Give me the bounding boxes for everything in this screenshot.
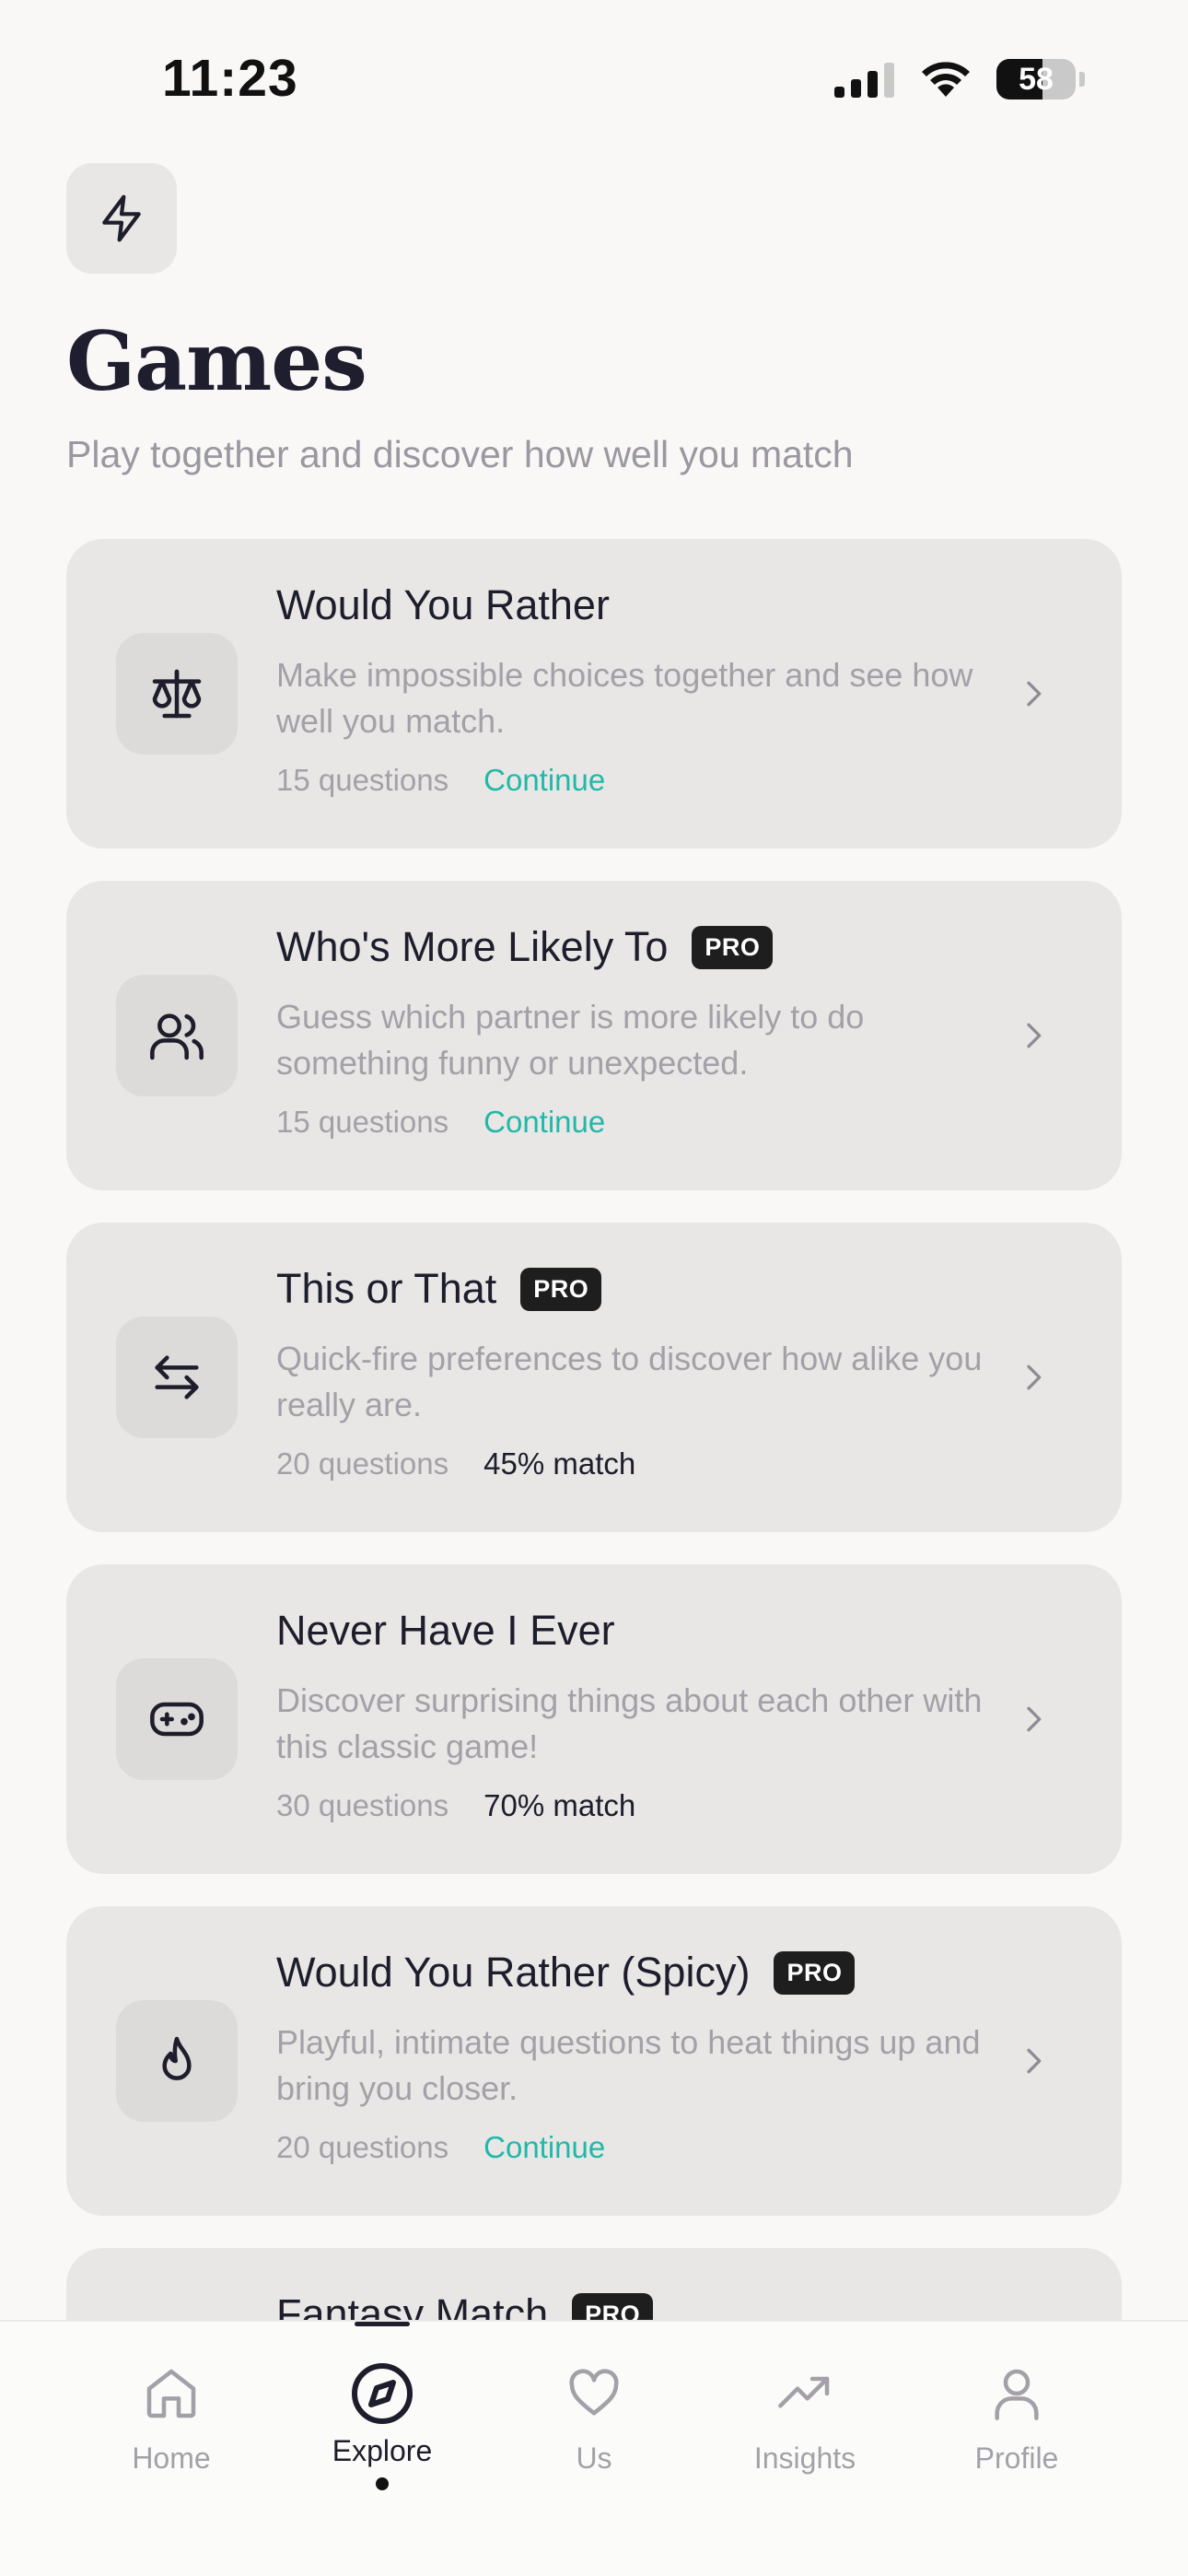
question-count: 30 questions	[276, 1788, 449, 1822]
card-description: Quick-fire preferences to discover how a…	[276, 1340, 983, 1423]
card-title-row: Would You Rather (Spicy) PRO	[276, 1949, 856, 1996]
game-card-whos-more-likely-to[interactable]: Who's More Likely To PRO Guess which par…	[66, 881, 1122, 1190]
compass-icon	[347, 2359, 417, 2429]
card-description: Guess which partner is more likely to do…	[276, 998, 865, 1082]
chevron-right-icon	[1007, 1693, 1059, 1745]
match-score: 70% match	[483, 1788, 636, 1822]
tab-label: Home	[132, 2441, 211, 2475]
games-screen: 11:23 58 Games Play together and discove…	[0, 0, 1188, 2576]
card-title-row: This or That PRO	[276, 1265, 602, 1313]
battery-indicator: 58	[996, 59, 1076, 100]
game-list: Would You Rather Make impossible choices…	[66, 539, 1122, 2576]
pro-badge: PRO	[520, 1267, 602, 1311]
status-bar: 11:23 58	[0, 0, 1188, 157]
game-card-this-or-that[interactable]: This or That PRO Quick-fire preferences …	[66, 1223, 1122, 1532]
gamepad-icon	[116, 1658, 238, 1780]
page-title: Games	[66, 313, 367, 409]
tab-insights[interactable]: Insights	[713, 2359, 897, 2524]
match-score: 45% match	[483, 1446, 636, 1481]
home-icon	[136, 2359, 206, 2429]
bottom-tab-bar: Home Explore Us Insights Profile	[0, 2320, 1188, 2576]
question-count: 20 questions	[276, 2130, 449, 2164]
card-title: Would You Rather	[276, 581, 610, 628]
question-count: 20 questions	[276, 1446, 449, 1481]
card-description: Playful, intimate questions to heat thin…	[276, 2023, 981, 2107]
card-meta: 30 questions 70% match	[276, 1788, 635, 1823]
users-icon	[116, 975, 238, 1096]
card-title: Would You Rather (Spicy)	[276, 1949, 751, 1996]
user-icon	[982, 2359, 1052, 2429]
tab-label: Insights	[753, 2441, 856, 2475]
page-subtitle: Play together and discover how well you …	[66, 433, 854, 475]
continue-link[interactable]: Continue	[483, 763, 605, 798]
battery-nub	[1079, 72, 1085, 87]
card-title: This or That	[276, 1265, 497, 1312]
scale-icon	[116, 633, 238, 755]
question-count: 15 questions	[276, 763, 449, 797]
chevron-right-icon	[1007, 668, 1059, 720]
tab-profile[interactable]: Profile	[925, 2359, 1109, 2524]
card-description: Discover surprising things about each ot…	[276, 1681, 983, 1765]
tab-label: Profile	[974, 2441, 1059, 2475]
trending-up-icon	[770, 2359, 840, 2429]
status-icons: 58	[834, 57, 1085, 101]
signal-icon	[834, 63, 894, 98]
card-title-row: Would You Rather	[276, 581, 610, 629]
status-time: 11:23	[162, 49, 298, 108]
card-title: Who's More Likely To	[276, 923, 669, 970]
tab-label: Us	[576, 2441, 612, 2475]
game-card-would-you-rather-spicy[interactable]: Would You Rather (Spicy) PRO Playful, in…	[66, 1906, 1122, 2216]
game-card-would-you-rather[interactable]: Would You Rather Make impossible choices…	[66, 539, 1122, 849]
swap-arrows-icon	[116, 1317, 238, 1438]
card-meta: 15 questions Continue	[276, 763, 605, 798]
pro-badge: PRO	[774, 1950, 856, 1995]
game-card-never-have-i-ever[interactable]: Never Have I Ever Discover surprising th…	[66, 1564, 1122, 1874]
card-title-row: Who's More Likely To PRO	[276, 923, 774, 971]
card-title-row: Never Have I Ever	[276, 1607, 615, 1655]
tab-explore[interactable]: Explore	[290, 2359, 474, 2524]
wifi-icon	[922, 62, 970, 97]
battery-level: 58	[1019, 61, 1054, 97]
lightning-icon	[66, 163, 177, 274]
tab-home[interactable]: Home	[79, 2359, 263, 2524]
heart-icon	[559, 2359, 629, 2429]
card-title: Never Have I Ever	[276, 1607, 615, 1654]
card-meta: 20 questions 45% match	[276, 1446, 635, 1481]
chevron-right-icon	[1007, 2035, 1059, 2087]
pro-badge: PRO	[692, 925, 774, 969]
card-meta: 20 questions Continue	[276, 2130, 605, 2165]
question-count: 15 questions	[276, 1105, 449, 1139]
active-tab-indicator	[355, 2322, 410, 2326]
flame-icon	[116, 2000, 238, 2122]
chevron-right-icon	[1007, 1010, 1059, 1061]
chevron-right-icon	[1007, 1352, 1059, 1403]
tab-us[interactable]: Us	[502, 2359, 686, 2524]
active-tab-dot	[376, 2477, 389, 2490]
continue-link[interactable]: Continue	[483, 2130, 605, 2165]
card-description: Make impossible choices together and see…	[276, 656, 973, 740]
card-meta: 15 questions Continue	[276, 1105, 605, 1140]
continue-link[interactable]: Continue	[483, 1105, 605, 1140]
tab-label: Explore	[332, 2434, 433, 2467]
